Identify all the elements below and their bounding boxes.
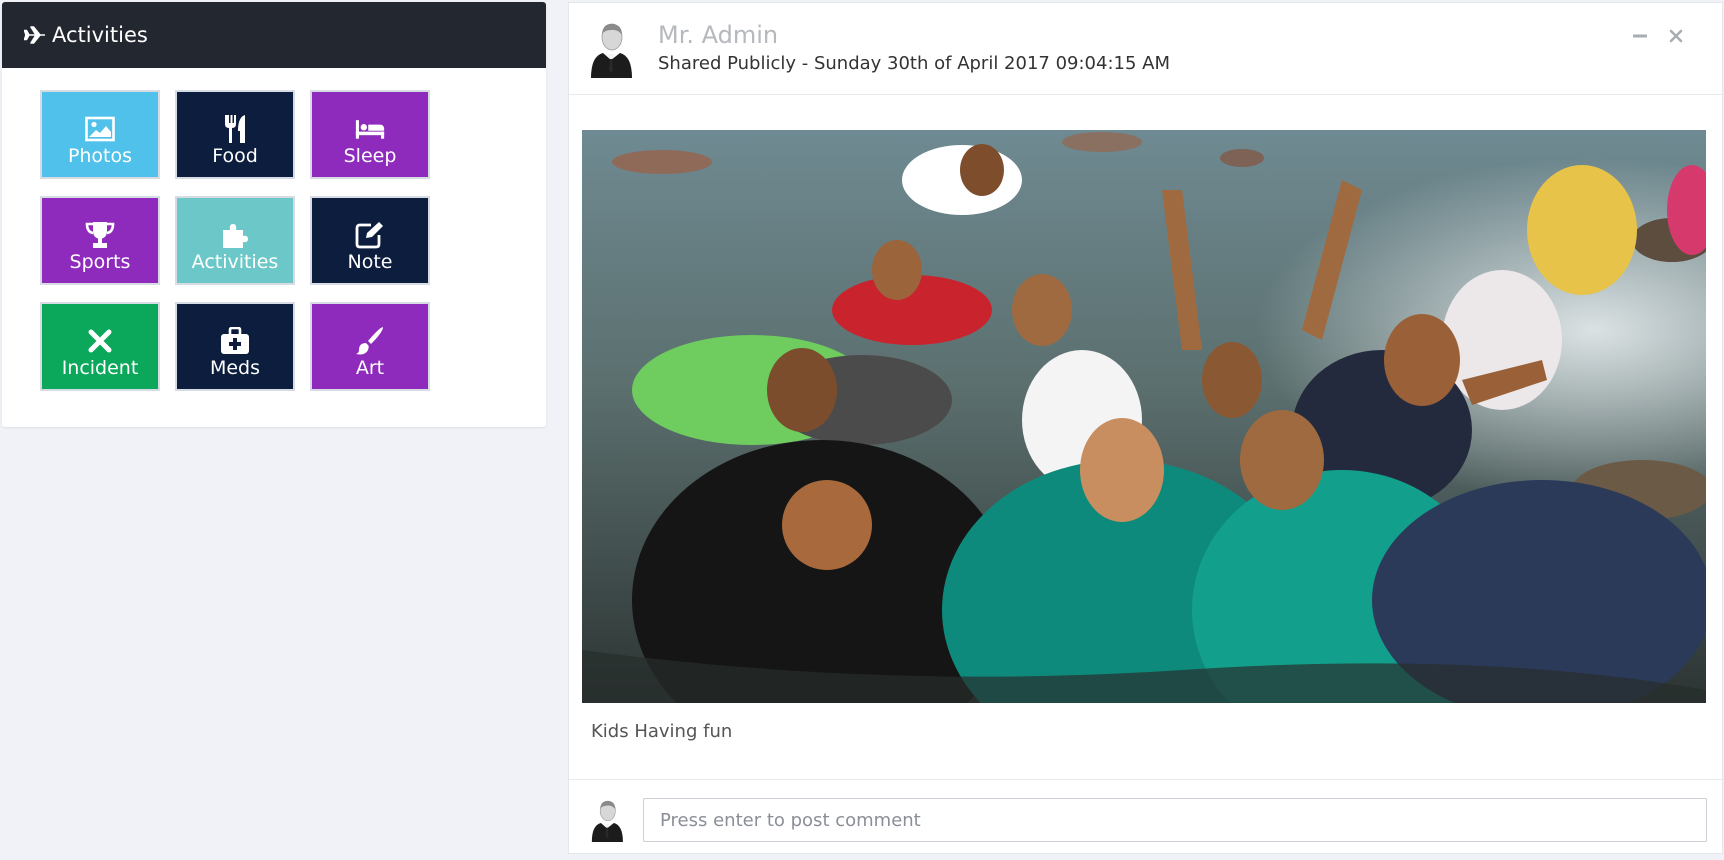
- tile-sports[interactable]: Sports: [40, 196, 160, 285]
- activities-panel: Activities Photos Food Sleep Sports Acti…: [2, 2, 546, 427]
- activity-tiles: Photos Food Sleep Sports Activities Note…: [40, 90, 430, 391]
- avatar: [589, 20, 633, 78]
- comment-bar: [569, 779, 1722, 855]
- paintbrush-icon: [355, 326, 385, 356]
- post-author[interactable]: Mr. Admin: [658, 21, 778, 49]
- tile-label: Food: [212, 145, 258, 167]
- close-icon[interactable]: [1667, 27, 1685, 45]
- edit-icon: [355, 220, 385, 250]
- tile-meds[interactable]: Meds: [175, 302, 295, 391]
- plane-icon: [24, 24, 46, 46]
- medkit-icon: [220, 326, 250, 356]
- tile-label: Art: [355, 357, 385, 379]
- post-caption: Kids Having fun: [591, 721, 733, 742]
- tile-label: Sleep: [343, 145, 397, 167]
- avatar: [589, 798, 625, 842]
- activities-header: Activities: [2, 2, 546, 68]
- tile-label: Sports: [69, 251, 131, 273]
- tile-food[interactable]: Food: [175, 90, 295, 179]
- comment-input[interactable]: [643, 798, 1707, 842]
- tile-label: Photos: [67, 145, 133, 167]
- post-photo[interactable]: [582, 130, 1706, 703]
- tile-note[interactable]: Note: [310, 196, 430, 285]
- tile-activities[interactable]: Activities: [175, 196, 295, 285]
- activities-title: Activities: [52, 23, 148, 47]
- tile-photos[interactable]: Photos: [40, 90, 160, 179]
- tile-label: Note: [347, 251, 393, 273]
- minus-icon[interactable]: [1631, 27, 1649, 45]
- tile-label: Meds: [209, 357, 261, 379]
- post-header: Mr. Admin Shared Publicly - Sunday 30th …: [569, 3, 1722, 95]
- x-icon: [85, 326, 115, 356]
- tile-art[interactable]: Art: [310, 302, 430, 391]
- tile-sleep[interactable]: Sleep: [310, 90, 430, 179]
- tile-label: Activities: [191, 251, 279, 273]
- fork-knife-icon: [220, 114, 250, 144]
- post-card: Mr. Admin Shared Publicly - Sunday 30th …: [568, 2, 1723, 854]
- picture-icon: [85, 114, 115, 144]
- puzzle-icon: [220, 220, 250, 250]
- tile-incident[interactable]: Incident: [40, 302, 160, 391]
- bed-icon: [355, 114, 385, 144]
- tile-label: Incident: [61, 357, 139, 379]
- trophy-icon: [85, 220, 115, 250]
- post-timestamp: Shared Publicly - Sunday 30th of April 2…: [658, 53, 1170, 74]
